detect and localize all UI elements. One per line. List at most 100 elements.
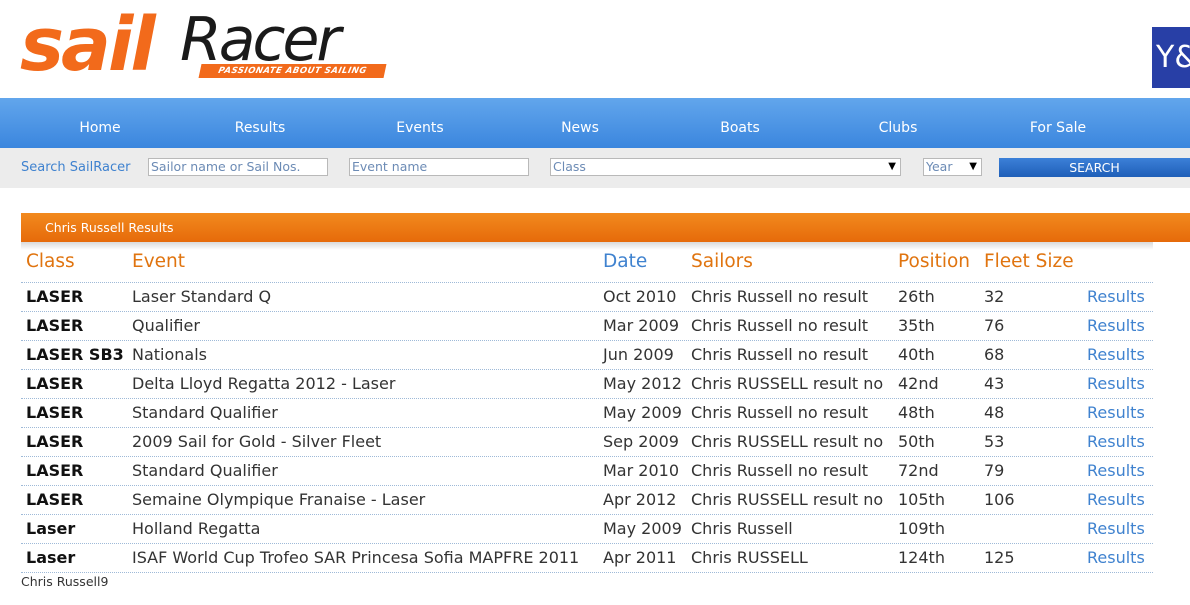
table-row: LASER Qualifier Mar 2009 Chris Russell no r…	[0, 311, 1190, 340]
row-event: Standard Qualifier	[132, 461, 278, 480]
row-fleet-size: 76	[984, 316, 1005, 335]
row-class: LASER	[26, 374, 84, 393]
col-header-position[interactable]: Position	[898, 251, 970, 272]
row-results-link[interactable]: Results	[1087, 519, 1145, 538]
row-class: LASER SB3	[26, 345, 124, 364]
table-row: LASER Delta Lloyd Regatta 2012 - Laser May…	[0, 369, 1190, 398]
event-search-input[interactable]: Event name	[349, 158, 529, 176]
row-class: LASER	[26, 403, 84, 422]
nav-news[interactable]: News	[561, 98, 599, 148]
row-event: Laser Standard Q	[132, 287, 272, 306]
row-position: 50th	[898, 432, 935, 451]
sailracer-logo[interactable]: sail Racer PASSIONATE ABOUT SAILING	[20, 2, 387, 88]
panel-shadow	[21, 242, 1153, 250]
row-event: Nationals	[132, 345, 208, 364]
row-fleet-size: 32	[984, 287, 1005, 306]
row-event: Delta Lloyd Regatta 2012 - Laser	[132, 374, 396, 393]
nav-results[interactable]: Results	[235, 98, 286, 148]
row-event: ISAF World Cup Trofeo SAR Princesa Sofia…	[132, 548, 580, 567]
table-row: Laser ISAF World Cup Trofeo SAR Princesa …	[0, 543, 1190, 572]
row-date: Apr 2011	[603, 548, 677, 567]
row-sailors: Chris Russell no result	[691, 403, 869, 422]
row-position: 35th	[898, 316, 935, 335]
row-results-link[interactable]: Results	[1087, 345, 1145, 364]
nav-clubs[interactable]: Clubs	[879, 98, 918, 148]
row-sailors: Chris RUSSELL result no	[691, 374, 884, 393]
nav-for-sale[interactable]: For Sale	[1030, 98, 1086, 148]
row-event: Semaine Olympique Franaise - Laser	[132, 490, 426, 509]
row-results-link[interactable]: Results	[1087, 403, 1145, 422]
nav-events[interactable]: Events	[396, 98, 443, 148]
col-header-date[interactable]: Date	[603, 251, 647, 272]
nav-home[interactable]: Home	[79, 98, 120, 148]
logo-sail-text: sail	[20, 2, 156, 88]
row-class: LASER	[26, 490, 84, 509]
row-position: 109th	[898, 519, 945, 538]
row-sailors: Chris Russell no result	[691, 345, 869, 364]
row-results-link[interactable]: Results	[1087, 374, 1145, 393]
row-event: Standard Qualifier	[132, 403, 278, 422]
table-row: LASER Standard Qualifier Mar 2010 Chris Rus…	[0, 456, 1190, 485]
row-date: May 2012	[603, 374, 682, 393]
row-fleet-size: 106	[984, 490, 1015, 509]
main-nav: Home Results Events News Boats Clubs For…	[0, 98, 1190, 148]
row-results-link[interactable]: Results	[1087, 548, 1145, 567]
row-date: Mar 2010	[603, 461, 679, 480]
nav-boats[interactable]: Boats	[720, 98, 760, 148]
col-header-class[interactable]: Class	[26, 251, 75, 272]
row-position: 42nd	[898, 374, 939, 393]
row-fleet-size: 43	[984, 374, 1005, 393]
results-title: Chris Russell Results	[45, 220, 174, 235]
row-class: LASER	[26, 316, 84, 335]
results-panel-header: Chris Russell Results	[21, 213, 1190, 242]
row-class: Laser	[26, 548, 76, 567]
row-divider	[21, 572, 1153, 573]
row-fleet-size: 48	[984, 403, 1005, 422]
year-select[interactable]: Year ▼	[923, 158, 982, 176]
search-bar: Search SailRacer Sailor name or Sail Nos…	[0, 148, 1190, 188]
row-date: Jun 2009	[603, 345, 674, 364]
row-results-link[interactable]: Results	[1087, 490, 1145, 509]
table-row: LASER 2009 Sail for Gold - Silver Fleet Se…	[0, 427, 1190, 456]
search-label: Search SailRacer	[21, 160, 131, 175]
year-select-value: Year	[926, 159, 953, 174]
table-row: LASER Standard Qualifier May 2009 Chris Rus…	[0, 398, 1190, 427]
row-class: LASER	[26, 287, 84, 306]
row-position: 105th	[898, 490, 945, 509]
row-event: Qualifier	[132, 316, 200, 335]
row-position: 48th	[898, 403, 935, 422]
row-fleet-size: 125	[984, 548, 1015, 567]
row-sailors: Chris Russell	[691, 519, 793, 538]
row-position: 40th	[898, 345, 935, 364]
sailor-search-input[interactable]: Sailor name or Sail Nos.	[148, 158, 328, 176]
chevron-down-icon: ▼	[888, 161, 896, 172]
row-results-link[interactable]: Results	[1087, 432, 1145, 451]
col-header-fleet-size[interactable]: Fleet Size	[984, 251, 1074, 272]
class-select[interactable]: Class ▼	[550, 158, 901, 176]
row-sailors: Chris RUSSELL	[691, 548, 808, 567]
sponsor-logo[interactable]: Y&	[1152, 27, 1190, 88]
row-event: Holland Regatta	[132, 519, 261, 538]
col-header-sailors[interactable]: Sailors	[691, 251, 753, 272]
row-results-link[interactable]: Results	[1087, 316, 1145, 335]
row-class: LASER	[26, 432, 84, 451]
row-event: 2009 Sail for Gold - Silver Fleet	[132, 432, 382, 451]
row-sailors: Chris Russell no result	[691, 287, 869, 306]
chevron-down-icon: ▼	[969, 161, 977, 172]
row-position: 124th	[898, 548, 945, 567]
row-class: Laser	[26, 519, 76, 538]
row-date: May 2009	[603, 519, 682, 538]
search-button[interactable]: SEARCH	[999, 158, 1190, 177]
table-row: Laser Holland Regatta May 2009 Chris Russel…	[0, 514, 1190, 543]
col-header-event[interactable]: Event	[132, 251, 185, 272]
row-results-link[interactable]: Results	[1087, 287, 1145, 306]
class-select-value: Class	[553, 159, 586, 174]
row-date: Apr 2012	[603, 490, 677, 509]
row-sailors: Chris Russell no result	[691, 316, 869, 335]
footer-text: Chris Russell9	[21, 574, 109, 589]
row-fleet-size: 79	[984, 461, 1005, 480]
row-results-link[interactable]: Results	[1087, 461, 1145, 480]
row-date: Mar 2009	[603, 316, 679, 335]
table-row: LASER Semaine Olympique Franaise - Laser A…	[0, 485, 1190, 514]
table-row: LASER SB3 Nationals Jun 2009 Chris Russell …	[0, 340, 1190, 369]
